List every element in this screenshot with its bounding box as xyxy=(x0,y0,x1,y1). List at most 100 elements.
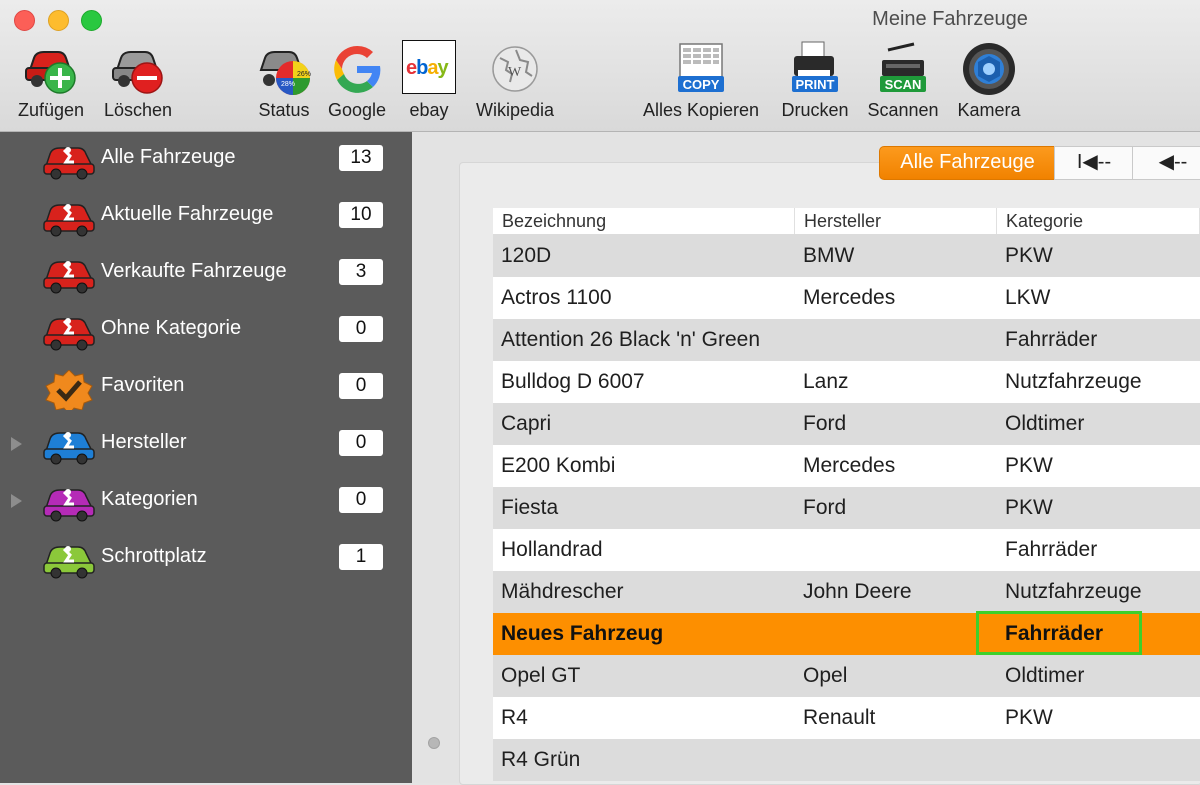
camera-lens-icon xyxy=(960,40,1018,98)
sidebar-item-ohne-kategorie[interactable]: Ohne Kategorie 0 xyxy=(0,303,412,359)
table-row[interactable]: R4 Renault PKW xyxy=(493,697,1200,739)
status-label: Status xyxy=(258,100,310,120)
table-cell-bezeichnung: Neues Fahrzeug xyxy=(501,622,664,645)
table-cell-kategorie: PKW xyxy=(1005,244,1053,267)
scan-icon: SCAN xyxy=(874,40,932,98)
camera-button[interactable]: Kamera xyxy=(952,40,1026,121)
vehicles-table: Bezeichnung Hersteller Kategorie 120D BMW… xyxy=(493,208,1200,781)
print-label: Drucken xyxy=(781,100,849,120)
close-window-button[interactable] xyxy=(14,10,35,31)
add-car-icon xyxy=(22,40,80,98)
sidebar-item-kategorien[interactable]: Kategorien 0 xyxy=(0,474,412,530)
table-cell-hersteller: Lanz xyxy=(803,370,849,393)
print-icon: PRINT xyxy=(786,40,844,98)
scan-label: Scannen xyxy=(867,100,939,120)
wikipedia-button[interactable]: W Wikipedia xyxy=(470,40,560,121)
disclosure-triangle-icon[interactable] xyxy=(11,494,22,508)
sidebar-item-count: 0 xyxy=(339,430,383,456)
window-title: Meine Fahrzeuge xyxy=(872,8,1028,30)
delete-button[interactable]: Löschen xyxy=(100,40,176,121)
table-row[interactable]: Capri Ford Oldtimer xyxy=(493,403,1200,445)
sidebar-item-label: Ohne Kategorie xyxy=(101,317,242,339)
car-red-icon xyxy=(42,256,96,294)
table-row[interactable]: Attention 26 Black 'n' Green Fahrräder xyxy=(493,319,1200,361)
table-cell-bezeichnung: R4 xyxy=(501,706,528,729)
table-cell-kategorie: Nutzfahrzeuge xyxy=(1005,580,1142,603)
table-cell-bezeichnung: Opel GT xyxy=(501,664,581,687)
sidebar-item-alle-fahrzeuge[interactable]: Alle Fahrzeuge 13 xyxy=(0,132,412,188)
table-cell-bezeichnung: Capri xyxy=(501,412,552,435)
scan-button[interactable]: SCAN Scannen xyxy=(864,40,942,121)
cell-focus-ring[interactable] xyxy=(976,611,1142,655)
sidebar-item-label: Hersteller xyxy=(101,431,187,453)
add-button[interactable]: Zufügen xyxy=(12,40,90,121)
car-red-icon xyxy=(42,142,96,180)
svg-text:W: W xyxy=(508,65,522,80)
wikipedia-globe-icon: W xyxy=(486,40,544,98)
copy-all-button[interactable]: COPY Alles Kopieren xyxy=(638,40,764,121)
first-page-button[interactable]: I◀-- xyxy=(1054,146,1134,180)
table-row[interactable]: Hollandrad Fahrräder xyxy=(493,529,1200,571)
ebay-icon: ebay xyxy=(402,40,456,94)
sidebar-item-verkaufte-fahrzeuge[interactable]: Verkaufte Fahrzeuge 3 xyxy=(0,246,412,302)
delete-car-icon xyxy=(109,40,167,98)
sidebar-item-schrottplatz[interactable]: Schrottplatz 1 xyxy=(0,531,412,587)
car-green-icon xyxy=(42,541,96,579)
table-row[interactable]: Mähdrescher John Deere Nutzfahrzeuge xyxy=(493,571,1200,613)
table-cell-kategorie: LKW xyxy=(1005,286,1051,309)
table-row[interactable]: Actros 1100 Mercedes LKW xyxy=(493,277,1200,319)
sidebar-item-count: 3 xyxy=(339,259,383,285)
ebay-label: ebay xyxy=(409,100,449,120)
table-row[interactable]: 120D BMW PKW xyxy=(493,235,1200,277)
split-view-handle[interactable] xyxy=(428,737,440,749)
table-cell-bezeichnung: Attention 26 Black 'n' Green xyxy=(501,328,761,351)
table-row[interactable]: Fiesta Ford PKW xyxy=(493,487,1200,529)
sidebar-item-label: Favoriten xyxy=(101,374,185,396)
toolbar: Meine Fahrzeuge Zufügen Löschen 28% 26% … xyxy=(0,0,1200,132)
sidebar-item-hersteller[interactable]: Hersteller 0 xyxy=(0,417,412,473)
column-header-bezeichnung[interactable]: Bezeichnung xyxy=(493,208,795,234)
sidebar-item-count: 10 xyxy=(339,202,383,228)
table-row[interactable]: Bulldog D 6007 Lanz Nutzfahrzeuge xyxy=(493,361,1200,403)
segment-all-vehicles[interactable]: Alle Fahrzeuge xyxy=(879,146,1056,180)
google-icon xyxy=(328,40,386,98)
scan-icon-text: SCAN xyxy=(885,77,922,92)
table-row[interactable]: R4 Grün xyxy=(493,739,1200,781)
minimize-window-button[interactable] xyxy=(48,10,69,31)
column-header-kategorie[interactable]: Kategorie xyxy=(997,208,1200,234)
disclosure-triangle-icon[interactable] xyxy=(11,437,22,451)
google-button[interactable]: Google xyxy=(324,40,390,121)
status-button[interactable]: 28% 26% Status xyxy=(252,40,316,121)
table-cell-hersteller: BMW xyxy=(803,244,855,267)
table-cell-bezeichnung: Bulldog D 6007 xyxy=(501,370,645,393)
car-blue-icon xyxy=(42,427,96,465)
sidebar-item-aktuelle-fahrzeuge[interactable]: Aktuelle Fahrzeuge 10 xyxy=(0,189,412,245)
previous-page-button[interactable]: ◀-- xyxy=(1132,146,1200,180)
status-percent-a: 28% xyxy=(281,81,295,88)
print-button[interactable]: PRINT Drucken xyxy=(776,40,854,121)
table-cell-kategorie: Oldtimer xyxy=(1005,664,1085,687)
ebay-button[interactable]: ebay ebay xyxy=(400,40,458,121)
table-row[interactable]: E200 Kombi Mercedes PKW xyxy=(493,445,1200,487)
print-icon-text: PRINT xyxy=(796,77,835,92)
table-row[interactable]: Opel GT Opel Oldtimer xyxy=(493,655,1200,697)
maximize-window-button[interactable] xyxy=(81,10,102,31)
sidebar-item-count: 0 xyxy=(339,487,383,513)
sidebar-item-favoriten[interactable]: Favoriten 0 xyxy=(0,360,412,416)
column-header-hersteller[interactable]: Hersteller xyxy=(795,208,997,234)
table-row-selected[interactable]: Neues Fahrzeug Fahrräder xyxy=(493,611,1200,655)
table-cell-kategorie: PKW xyxy=(1005,496,1053,519)
table-cell-bezeichnung: E200 Kombi xyxy=(501,454,616,477)
status-percent-b: 26% xyxy=(297,71,311,78)
table-cell-bezeichnung: Actros 1100 xyxy=(501,286,612,309)
table-cell-hersteller: Ford xyxy=(803,496,847,519)
table-cell-bezeichnung: Mähdrescher xyxy=(501,580,624,603)
sidebar-item-label: Alle Fahrzeuge xyxy=(101,146,236,168)
sidebar-item-label: Aktuelle Fahrzeuge xyxy=(101,203,274,225)
table-cell-hersteller: Mercedes xyxy=(803,286,896,309)
table-cell-bezeichnung: Hollandrad xyxy=(501,538,603,561)
copy-all-label: Alles Kopieren xyxy=(642,100,760,120)
copy-icon-text: COPY xyxy=(683,77,720,92)
google-label: Google xyxy=(327,100,387,120)
table-cell-kategorie: Fahrräder xyxy=(1005,538,1098,561)
